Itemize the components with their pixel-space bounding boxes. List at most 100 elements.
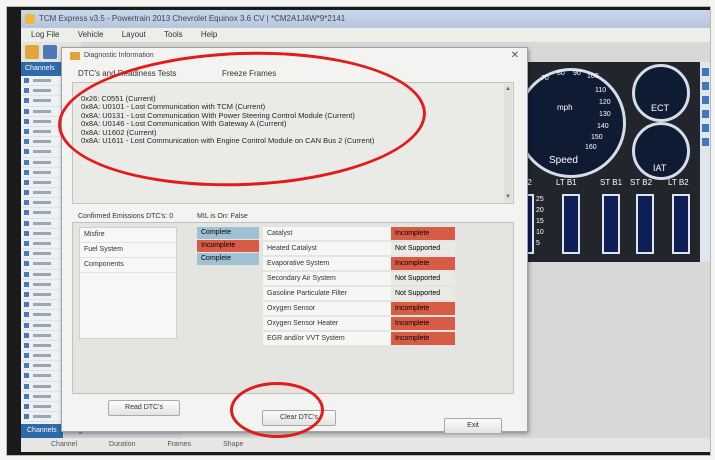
side-button[interactable] [702,68,709,76]
noncontinuous-monitors-table: Catalyst Heated Catalyst Evaporative Sys… [263,227,405,347]
dtc-scrollbar[interactable]: ▲ ▼ [504,84,512,202]
noncontinuous-status-column: Incomplete Not Supported Incomplete Not … [391,227,455,347]
window-titlebar: TCM Express v3.5 - Powertrain 2013 Chevr… [21,10,710,28]
iat-gauge: IAT [632,122,690,180]
continuous-status-column: Complete Incomplete Complete [197,227,259,266]
side-button[interactable] [702,138,709,146]
app-screen: TCM Express v3.5 - Powertrain 2013 Chevr… [21,10,710,452]
connect-icon[interactable] [43,45,57,59]
close-icon[interactable]: ✕ [511,50,519,61]
confirmed-emissions-dtcs: Confirmed Emissions DTC's: 0 [78,213,174,220]
monitor-status: Not Supported [391,242,455,255]
right-toolbar [700,62,710,262]
fuel-trim-bars: U B2 LT B1 ST B1 ST B2 LT B2 25 20 15 10… [514,178,700,254]
iat-label: IAT [653,163,667,173]
mil-status: MIL is On: False [197,213,248,220]
speed-tick: 90 [573,70,581,77]
speed-tick: 80 [557,70,565,77]
dialog-tabs: DTC's and Readiness Tests Freeze Frames [72,66,512,82]
tab-freeze-frames[interactable]: Freeze Frames [222,69,276,78]
speed-tick: 110 [595,87,607,94]
monitor-status: Complete [197,253,259,265]
speed-tick: 100 [587,73,599,80]
side-button[interactable] [702,96,709,104]
fuel-trim-bar [602,194,620,254]
bar-header: LT B1 [556,178,577,187]
menu-bar: Log File Vehicle Layout Tools Help [21,28,710,42]
speed-label: Speed [549,155,578,166]
bar-tick: 20 [536,207,544,214]
dialog-title: Diagnostic Information [84,52,154,59]
tab-dtcs-readiness[interactable]: DTC's and Readiness Tests [78,69,176,78]
monitor-name: Heated Catalyst [263,242,405,255]
scroll-up-icon[interactable]: ▲ [505,86,511,92]
speed-tick: 70 [541,75,549,82]
scroll-down-icon[interactable]: ▼ [505,194,511,200]
bar-ticks: 25 20 15 10 5 [536,194,544,249]
status-frames: Frames [167,441,192,448]
speed-tick: 120 [599,99,611,106]
monitor-name: Components [80,258,176,273]
ect-gauge: ECT [632,64,690,122]
readiness-box: Misfire Fuel System Components Complete … [72,222,514,394]
monitor-status: Incomplete [391,317,455,330]
bar-tick: 15 [536,218,544,225]
side-button[interactable] [702,82,709,90]
monitor-status: Incomplete [391,302,455,315]
menu-layout[interactable]: Layout [122,30,146,39]
clear-dtcs-button[interactable]: Clear DTC's [262,410,336,426]
exit-button[interactable]: Exit [444,418,502,434]
monitor-name: Fuel System [80,243,176,258]
speed-gauge: 70 80 90 100 110 120 130 140 150 160 mph… [516,68,626,178]
monitor-status: Not Supported [391,287,455,300]
menu-vehicle[interactable]: Vehicle [78,30,104,39]
status-shape: Shape [223,441,244,448]
fuel-trim-bar [562,194,580,254]
speed-tick: 140 [597,123,609,130]
read-dtcs-button[interactable]: Read DTC's [108,400,180,416]
bar-tick: 10 [536,229,544,236]
monitor-status: Not Supported [391,272,455,285]
monitor-name: Misfire [80,228,176,243]
dtc-list-box: 0x26: C0551 (Current) 0x8A: U0101 - Lost… [72,82,514,204]
side-button[interactable] [702,124,709,132]
monitor-status: Incomplete [391,227,455,240]
monitor-name: Catalyst [263,227,405,240]
menu-log-file[interactable]: Log File [31,30,59,39]
dtc-item[interactable]: 0x8A: U1611 - Lost Communication with En… [81,136,374,145]
monitor-status: Incomplete [197,240,259,252]
bar-header: LT B2 [668,178,689,187]
bar-header: ST B2 [630,178,653,187]
dialog-icon [70,52,80,60]
monitor-status: Complete [197,227,259,239]
monitor-name: EGR and/or VVT System [263,332,405,345]
bar-tick: 5 [536,240,540,247]
emissions-header: Confirmed Emissions DTC's: 0 MIL is On: … [78,213,270,220]
status-duration: Duration [109,441,136,448]
menu-tools[interactable]: Tools [164,30,183,39]
continuous-monitors-table: Misfire Fuel System Components [79,227,177,339]
monitor-name: Evaporative System [263,257,405,270]
monitor-status: Incomplete [391,332,455,345]
tab-channels[interactable]: Channels [21,424,63,438]
bar-header: ST B1 [600,178,623,187]
speed-unit: mph [557,103,573,112]
diagnostic-dialog: Diagnostic Information ✕ DTC's and Readi… [61,47,528,434]
ect-label: ECT [651,103,669,113]
bar-tick: 25 [536,196,544,203]
monitor-name: Secondary Air System [263,272,405,285]
fuel-trim-bar [672,194,690,254]
app-icon [25,14,35,24]
side-button[interactable] [702,110,709,118]
fuel-trim-bar [636,194,654,254]
monitor-name: Gasoline Particulate Filter [263,287,405,300]
monitor-name: Oxygen Sensor [263,302,405,315]
window-title: TCM Express v3.5 - Powertrain 2013 Chevr… [39,14,346,23]
monitor-name: Oxygen Sensor Heater [263,317,405,330]
status-bar: Channel Duration Frames Shape [21,438,710,452]
monitor-frame: TCM Express v3.5 - Powertrain 2013 Chevr… [6,6,711,456]
speed-tick: 130 [599,111,611,118]
menu-help[interactable]: Help [201,30,217,39]
speed-tick: 160 [585,144,597,151]
open-folder-icon[interactable] [25,45,39,59]
